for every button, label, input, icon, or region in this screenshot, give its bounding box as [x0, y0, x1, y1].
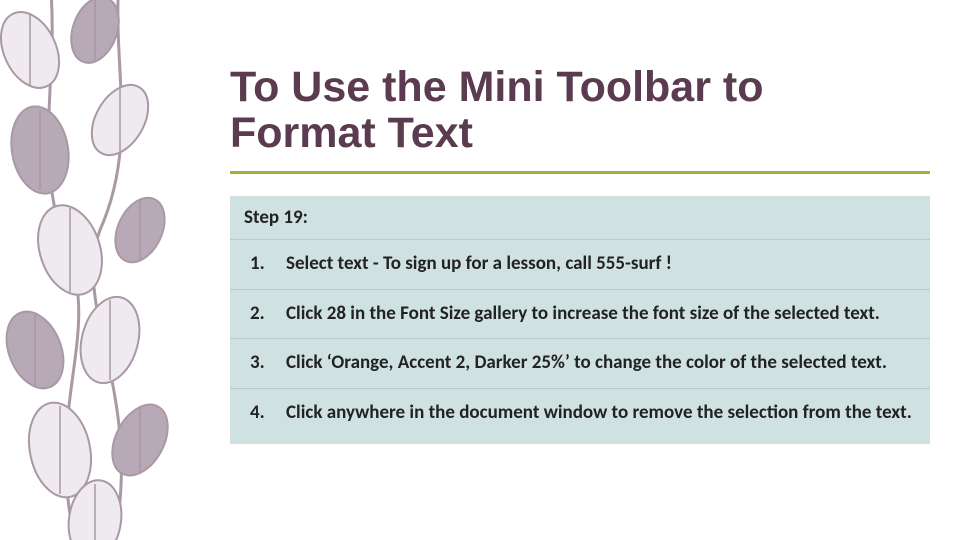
- step-item: Select text - To sign up for a lesson, c…: [230, 240, 930, 290]
- step-item: Click 28 in the Font Size gallery to inc…: [230, 290, 930, 340]
- step-item: Click ‘Orange, Accent 2, Darker 25%’ to …: [230, 339, 930, 389]
- leaf-decoration: [0, 0, 200, 540]
- content-area: To Use the Mini Toolbar to Format Text S…: [230, 64, 920, 444]
- title-underline: [230, 171, 930, 174]
- steps-panel: Step 19: Select text - To sign up for a …: [230, 196, 930, 444]
- step-item: Click anywhere in the document window to…: [230, 389, 930, 444]
- slide-title: To Use the Mini Toolbar to Format Text: [230, 64, 920, 157]
- steps-list: Select text - To sign up for a lesson, c…: [230, 240, 930, 444]
- slide: To Use the Mini Toolbar to Format Text S…: [0, 0, 960, 540]
- step-number-label: Step 19:: [230, 196, 930, 240]
